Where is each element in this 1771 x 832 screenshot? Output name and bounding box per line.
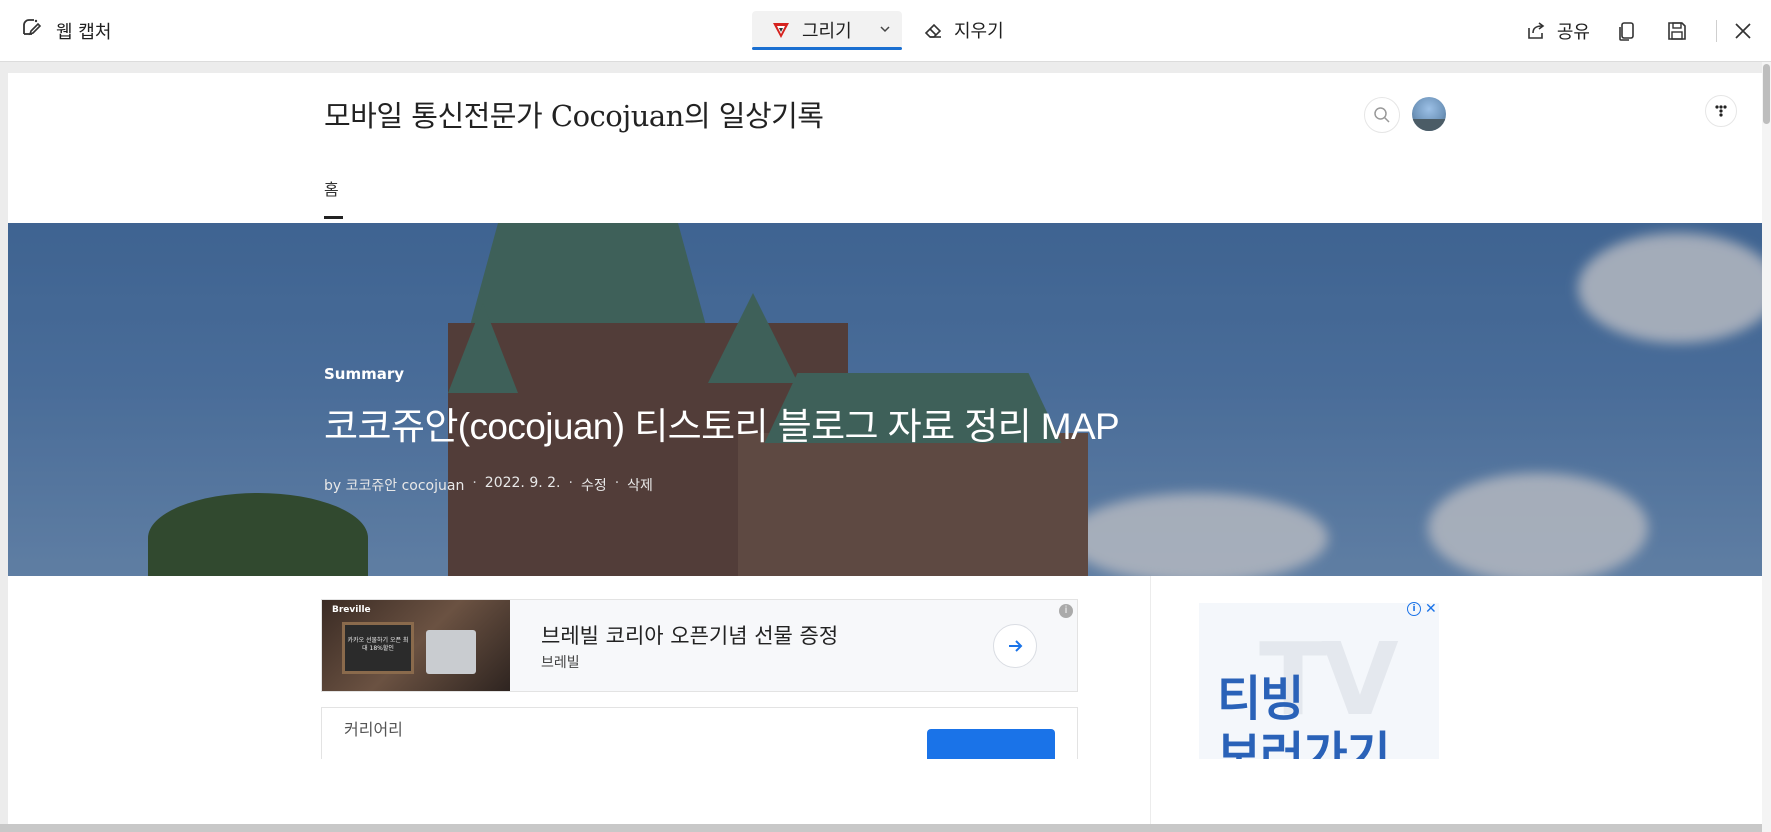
web-capture-toolbar: 웹 캡처 그리기 지우기 공유 [0,0,1771,62]
share-button[interactable]: 공유 [1525,18,1590,44]
close-button[interactable] [1733,21,1753,41]
meta-separator: · [568,475,573,491]
ad-image-text: 카카오 선물하기 오픈 최대 18%할인 [347,637,409,652]
post-hero: Summary 코코쥬안(cocojuan) 티스토리 블로그 자료 정리 MA… [8,223,1762,576]
sidebar-ad[interactable]: TV 티빙 보러가기 [1199,603,1439,759]
ad-title[interactable]: 브레빌 코리아 오픈기념 선물 증정 [541,620,838,650]
draw-button[interactable]: 그리기 [752,11,902,50]
ad-second-button[interactable] [927,729,1055,759]
copy-button[interactable] [1616,20,1638,42]
sidebar-ad-line2: 보러가기 [1217,727,1391,759]
blog-search-button[interactable] [1364,97,1400,133]
ad-advertiser: 브레빌 [541,655,580,671]
sidebar-ad-controls: i ✕ [1407,602,1437,616]
capture-area[interactable]: 모바일 통신전문가 Cocojuan의 일상기록 홈 Summary 코코쥬안(… [0,62,1771,832]
erase-label: 지우기 [954,21,1004,42]
ad-info-icon[interactable]: i [1059,604,1073,618]
ad-second-label: 커리어리 [344,720,403,739]
nav-home-link[interactable]: 홈 [324,176,339,200]
arrow-right-icon [1005,636,1025,656]
post-date: 2022. 9. 2. [484,475,561,491]
meta-separator: · [472,475,477,491]
toolbar-separator [1716,20,1717,42]
ad-second[interactable]: 커리어리 [321,707,1078,759]
post-category[interactable]: Summary [324,365,404,383]
blog-menu-button[interactable] [1705,95,1737,127]
avatar[interactable] [1412,97,1446,131]
horizontal-scrollbar[interactable] [0,824,1762,832]
ad-info-icon[interactable]: i [1407,602,1421,616]
erase-button[interactable]: 지우기 [922,17,1004,43]
post-delete-link[interactable]: 삭제 [627,475,653,495]
post-meta: by 코코쥬안 cocojuan · 2022. 9. 2. · 수정 · 삭제 [324,475,653,495]
vertical-scrollbar-thumb[interactable] [1763,64,1770,124]
pen-icon [770,19,792,41]
post-title: 코코쥬안(cocojuan) 티스토리 블로그 자료 정리 MAP [324,406,1120,447]
vertical-scrollbar[interactable] [1762,62,1771,832]
post-author[interactable]: by 코코쥬안 cocojuan [324,475,464,495]
app-title: 웹 캡처 [56,21,112,43]
ad-image-product [426,630,476,674]
content-sidebar-divider [1150,576,1151,832]
ad-image: Breville 카카오 선물하기 오픈 최대 18%할인 [322,600,510,691]
copy-icon [1616,20,1638,42]
ad-image-brand: Breville [332,605,371,615]
share-label: 공유 [1556,22,1590,43]
save-icon [1666,20,1688,42]
ad-close-icon[interactable]: ✕ [1425,602,1437,616]
draw-label: 그리기 [802,21,852,42]
close-icon [1733,21,1753,41]
active-tool-underline [752,47,902,50]
search-icon [1373,106,1391,124]
app-title-group: 웹 캡처 [20,17,111,44]
chevron-down-icon[interactable] [878,20,892,41]
share-icon [1525,20,1547,42]
save-button[interactable] [1666,20,1688,42]
ad-image-board: 카카오 선물하기 오픈 최대 18%할인 [342,622,414,674]
post-edit-link[interactable]: 수정 [581,475,607,495]
blog-title[interactable]: 모바일 통신전문가 Cocojuan의 일상기록 [324,93,824,135]
web-capture-icon [20,17,42,44]
meta-separator: · [614,475,620,491]
ad-go-button[interactable] [993,624,1037,668]
eraser-icon [922,19,944,41]
grid-dots-icon [1713,103,1729,119]
ad-banner[interactable]: Breville 카카오 선물하기 오픈 최대 18%할인 브레빌 코리아 오픈… [321,599,1078,692]
nav-active-indicator [324,216,343,219]
